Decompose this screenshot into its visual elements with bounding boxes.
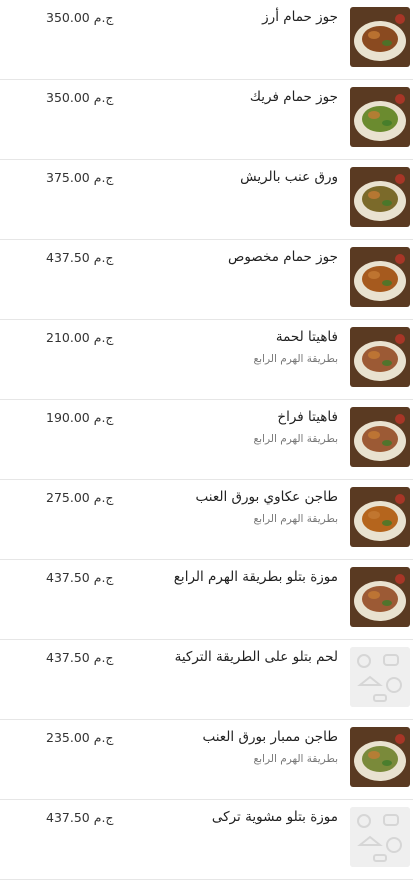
item-price: 275.00 ج.م: [46, 490, 114, 505]
menu-item-row[interactable]: 350.00 ج.م جوز حمام أرز: [0, 0, 413, 80]
item-price: 437.50 ج.م: [46, 650, 114, 665]
item-image[interactable]: [350, 567, 410, 627]
item-name: ورق عنب بالريش: [240, 169, 338, 185]
item-name: موزة بتلو بطريقة الهرم الرابع: [173, 569, 338, 585]
item-price: 437.50 ج.م: [46, 250, 114, 265]
item-subtitle: بطريقة الهرم الرابع: [253, 353, 338, 365]
item-name: فاهيتا فراخ: [277, 409, 338, 425]
item-image[interactable]: [350, 487, 410, 547]
item-name: جوز حمام أرز: [262, 9, 338, 25]
item-price: 190.00 ج.م: [46, 410, 114, 425]
menu-item-row[interactable]: 375.00 ج.م ورق عنب بالريش: [0, 160, 413, 240]
menu-item-row[interactable]: 235.00 ج.م طاجن ممبار بورق العنب بطريقة ال…: [0, 720, 413, 800]
item-price: 235.00 ج.م: [46, 730, 114, 745]
placeholder-image-icon[interactable]: [350, 807, 410, 867]
menu-item-row[interactable]: 190.00 ج.م فاهيتا فراخ بطريقة الهرم الرابع: [0, 400, 413, 480]
item-price: 437.50 ج.م: [46, 570, 114, 585]
item-name: جوز حمام فريك: [249, 89, 338, 105]
item-price: 350.00 ج.م: [46, 90, 114, 105]
menu-list: 350.00 ج.م جوز حمام أرز 350.00 ج.م جوز حمام…: [0, 0, 413, 880]
item-name: فاهيتا لحمة: [275, 329, 338, 345]
placeholder-image-icon[interactable]: [350, 647, 410, 707]
item-subtitle: بطريقة الهرم الرابع: [253, 433, 338, 445]
menu-item-row[interactable]: 275.00 ج.م طاجن عكاوي بورق العنب بطريقة ال…: [0, 480, 413, 560]
item-subtitle: بطريقة الهرم الرابع: [253, 513, 338, 525]
item-name: موزة بتلو مشوية تركى: [211, 809, 338, 825]
item-image[interactable]: [350, 167, 410, 227]
menu-item-row[interactable]: 437.50 ج.م موزة بتلو بطريقة الهرم الرابع: [0, 560, 413, 640]
item-price: 437.50 ج.م: [46, 810, 114, 825]
item-image[interactable]: [350, 7, 410, 67]
item-image[interactable]: [350, 327, 410, 387]
menu-item-row[interactable]: 437.50 ج.م موزة بتلو مشوية تركى: [0, 800, 413, 880]
item-name: جوز حمام مخصوص: [228, 249, 338, 265]
item-name: طاجن عكاوي بورق العنب: [195, 489, 339, 505]
item-price: 350.00 ج.م: [46, 10, 114, 25]
item-subtitle: بطريقة الهرم الرابع: [253, 753, 338, 765]
item-price: 210.00 ج.م: [46, 330, 114, 345]
menu-item-row[interactable]: 437.50 ج.م لحم بتلو على الطريقة التركية: [0, 640, 413, 720]
menu-item-row[interactable]: 350.00 ج.م جوز حمام فريك: [0, 80, 413, 160]
item-name: طاجن ممبار بورق العنب: [202, 729, 338, 745]
item-image[interactable]: [350, 407, 410, 467]
item-image[interactable]: [350, 247, 410, 307]
item-image[interactable]: [350, 727, 410, 787]
item-price: 375.00 ج.م: [46, 170, 114, 185]
menu-item-row[interactable]: 210.00 ج.م فاهيتا لحمة بطريقة الهرم الرابع: [0, 320, 413, 400]
menu-item-row[interactable]: 437.50 ج.م جوز حمام مخصوص: [0, 240, 413, 320]
item-name: لحم بتلو على الطريقة التركية: [174, 649, 338, 665]
item-image[interactable]: [350, 87, 410, 147]
